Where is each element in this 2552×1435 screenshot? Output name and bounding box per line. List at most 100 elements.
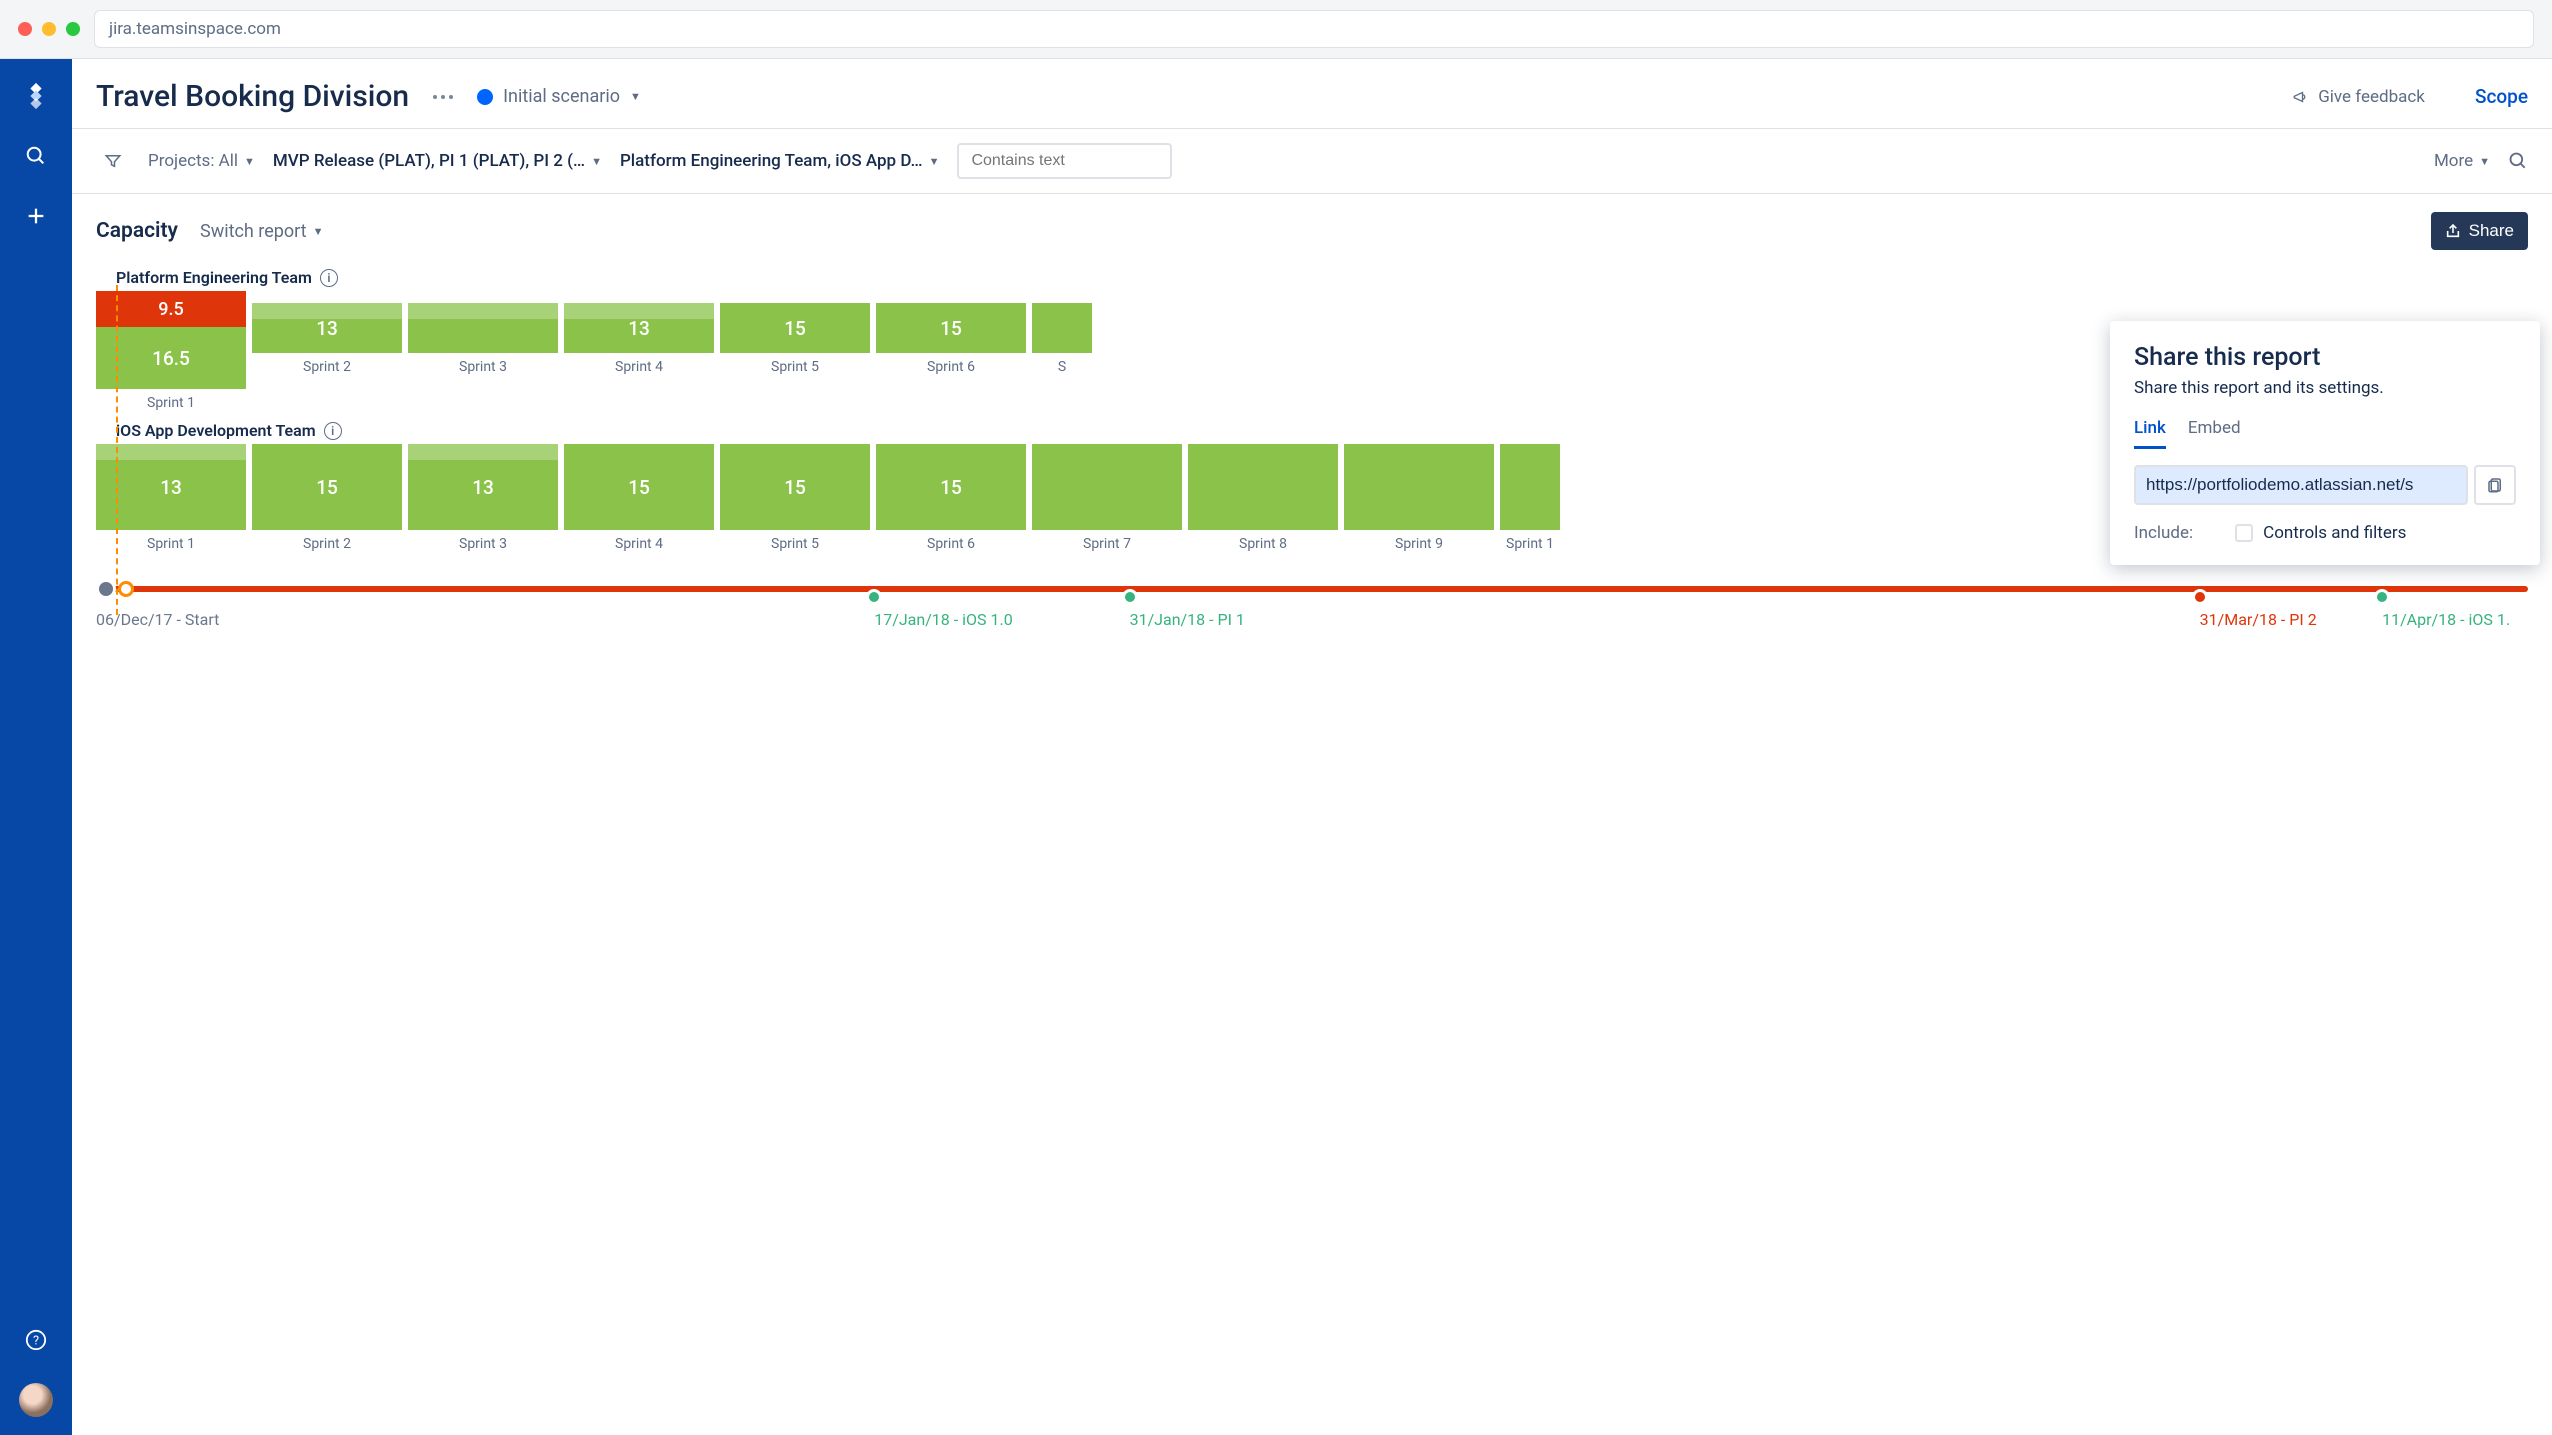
milestone-label: 11/Apr/18 - iOS 1.: [2382, 610, 2510, 629]
sprint-label: Sprint 4: [564, 359, 714, 375]
share-panel: Share this report Share this report and …: [2110, 321, 2540, 565]
copy-button[interactable]: [2474, 465, 2516, 505]
search-icon[interactable]: [19, 139, 53, 173]
capacity-value: 16.5: [152, 347, 190, 370]
sprint-column: 13Sprint 2: [252, 291, 402, 411]
capacity-bar: [1188, 444, 1338, 530]
sprint-label: Sprint 6: [876, 536, 1026, 552]
sprint-column: 15Sprint 6: [876, 444, 1026, 552]
help-icon[interactable]: ?: [19, 1323, 53, 1357]
sprint-column: 9.5 16.5 Sprint 1: [96, 291, 246, 411]
include-controls-option[interactable]: Controls and filters: [2235, 523, 2406, 543]
share-button[interactable]: Share: [2431, 212, 2528, 250]
sprint-column: Sprint 3: [408, 291, 558, 411]
sprint-label: Sprint 1: [96, 536, 246, 552]
teams-filter-label: Platform Engineering Team, iOS App D…: [620, 151, 923, 171]
teams-filter[interactable]: Platform Engineering Team, iOS App D… ▼: [620, 151, 940, 171]
clipboard-icon: [2486, 476, 2504, 494]
create-icon[interactable]: [19, 199, 53, 233]
minimize-window-icon[interactable]: [42, 22, 56, 36]
sprint-column: S: [1032, 291, 1092, 411]
sprint-column: Sprint 7: [1032, 444, 1182, 552]
tab-link[interactable]: Link: [2134, 418, 2166, 449]
sprint-label: Sprint 9: [1344, 536, 1494, 552]
tab-embed[interactable]: Embed: [2188, 418, 2241, 449]
feedback-link[interactable]: Give feedback: [2292, 87, 2425, 107]
jira-logo-icon[interactable]: [19, 79, 53, 113]
milestone-marker[interactable]: [2374, 589, 2390, 605]
switch-report-label: Switch report: [200, 221, 307, 242]
scenario-selector[interactable]: Initial scenario ▼: [477, 86, 641, 107]
capacity-bar: [408, 303, 558, 353]
user-avatar[interactable]: [19, 1383, 53, 1417]
share-icon: [2445, 223, 2461, 239]
sprint-column: 13Sprint 3: [408, 444, 558, 552]
megaphone-icon: [2292, 88, 2310, 106]
sprint-label: S: [1032, 359, 1092, 375]
more-filters[interactable]: More ▼: [2434, 151, 2490, 171]
report-header: Capacity Switch report ▼ Share: [72, 194, 2552, 268]
sprint-column: 15Sprint 5: [720, 444, 870, 552]
sprint-label: Sprint 4: [564, 536, 714, 552]
sprint-column: 15 Sprint 5: [720, 291, 870, 411]
sprint-label: Sprint 1: [96, 395, 246, 411]
milestone-labels: 06/Dec/17 - Start17/Jan/18 - iOS 1.031/J…: [96, 610, 2528, 634]
scope-link[interactable]: Scope: [2475, 85, 2528, 108]
include-controls-label: Controls and filters: [2263, 523, 2406, 543]
switch-report[interactable]: Switch report ▼: [200, 221, 323, 242]
url-bar[interactable]: jira.teamsinspace.com: [94, 10, 2534, 48]
close-window-icon[interactable]: [18, 22, 32, 36]
capacity-bar: 13: [96, 444, 246, 530]
checkbox[interactable]: [2235, 524, 2253, 542]
feedback-label: Give feedback: [2318, 87, 2425, 107]
capacity-bar: 15: [564, 444, 714, 530]
info-icon[interactable]: i: [320, 269, 338, 287]
report-title: Capacity: [96, 219, 178, 243]
capacity-bar: [1032, 303, 1092, 353]
milestone-label: 31/Jan/18 - PI 1: [1130, 610, 1245, 629]
chevron-down-icon: ▼: [591, 155, 602, 168]
releases-filter[interactable]: MVP Release (PLAT), PI 1 (PLAT), PI 2 (……: [273, 151, 602, 171]
timeline-start-handle[interactable]: [96, 579, 116, 599]
timeline-line: [110, 586, 2528, 592]
sprint-label: Sprint 5: [720, 359, 870, 375]
share-button-label: Share: [2469, 221, 2514, 241]
share-tabs: Link Embed: [2134, 418, 2516, 449]
search-icon[interactable]: [2508, 151, 2528, 171]
sprint-label: Sprint 3: [408, 359, 558, 375]
milestone-marker[interactable]: [2192, 589, 2208, 605]
timeline-today-handle[interactable]: [118, 581, 134, 597]
team-label: Platform Engineering Teami: [116, 268, 2528, 287]
capacity-value: 15: [940, 317, 962, 340]
capacity-value: 15: [784, 317, 806, 340]
projects-filter[interactable]: Projects: All ▼: [148, 151, 255, 171]
milestone-marker[interactable]: [1122, 589, 1138, 605]
maximize-window-icon[interactable]: [66, 22, 80, 36]
chevron-down-icon: ▼: [244, 155, 255, 168]
filter-icon[interactable]: [96, 144, 130, 178]
capacity-value: 13: [628, 317, 650, 340]
info-icon[interactable]: i: [324, 422, 342, 440]
capacity-bar: [1500, 444, 1560, 530]
more-actions-icon[interactable]: [429, 91, 457, 103]
releases-filter-label: MVP Release (PLAT), PI 1 (PLAT), PI 2 (…: [273, 151, 585, 171]
svg-text:?: ?: [33, 1334, 39, 1349]
sprint-column: 15 Sprint 4: [564, 444, 714, 552]
capacity-value: 15: [628, 476, 650, 499]
timeline-track[interactable]: [96, 582, 2528, 596]
page-title: Travel Booking Division: [96, 79, 409, 114]
timeline: 06/Dec/17 - Start17/Jan/18 - iOS 1.031/J…: [72, 562, 2552, 634]
sprint-label: Sprint 1: [1500, 536, 1560, 552]
projects-filter-label: Projects: All: [148, 151, 238, 171]
milestone-marker[interactable]: [866, 589, 882, 605]
overallocation-bar: 9.5: [96, 291, 246, 327]
sprint-column: Sprint 1: [1500, 444, 1560, 552]
capacity-value: 13: [316, 317, 338, 340]
share-url-input[interactable]: [2134, 465, 2468, 505]
filter-bar: Projects: All ▼ MVP Release (PLAT), PI 1…: [72, 129, 2552, 194]
more-filters-label: More: [2434, 151, 2473, 171]
search-input[interactable]: [957, 143, 1172, 179]
milestone-label: 17/Jan/18 - iOS 1.0: [874, 610, 1012, 629]
sprint-label: Sprint 6: [876, 359, 1026, 375]
sprint-label: Sprint 3: [408, 536, 558, 552]
